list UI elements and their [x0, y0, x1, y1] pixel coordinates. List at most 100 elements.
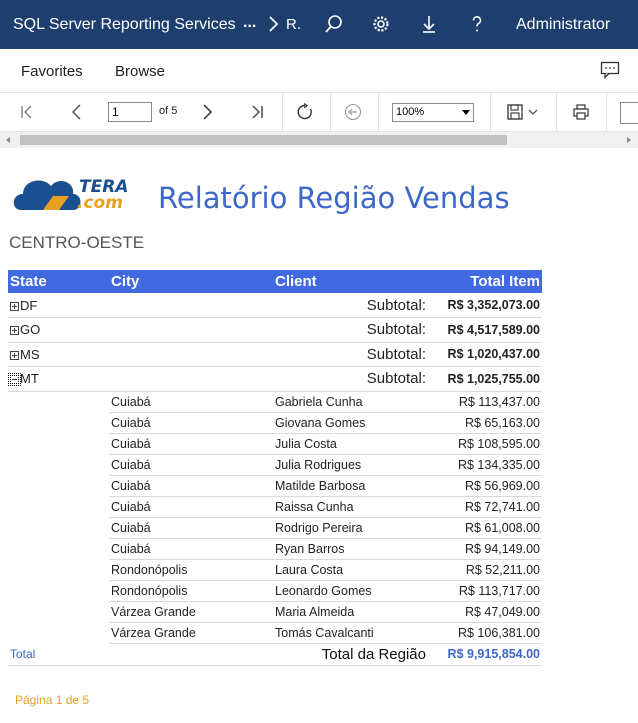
page-footer: Página 1 de 5 — [15, 693, 90, 707]
table-row: Rondonópolis Laura Costa R$ 52,211.00 — [8, 559, 542, 581]
total-item-cell: R$ 52,211.00 — [428, 559, 542, 581]
zoom-select[interactable]: 100% — [392, 103, 474, 122]
total-item-cell: R$ 61,008.00 — [428, 517, 542, 539]
column-header-total-item: Total Item — [428, 270, 542, 293]
empty-cell — [8, 391, 109, 412]
expand-toggle-icon[interactable] — [10, 301, 19, 311]
nav-browse[interactable]: Browse — [115, 63, 165, 80]
state-label: MS — [20, 346, 40, 362]
refresh-icon[interactable] — [296, 103, 314, 121]
client-cell: Rodrigo Pereira — [273, 517, 428, 539]
empty-cell — [8, 475, 109, 496]
subtotal-row: DF Subtotal: R$ 3,352,073.00 — [8, 293, 542, 318]
client-cell: Laura Costa — [273, 559, 428, 581]
empty-cell — [8, 433, 109, 454]
app-title[interactable]: SQL Server Reporting Services — [13, 16, 236, 34]
comments-icon[interactable] — [600, 61, 620, 79]
column-header-state: State — [8, 270, 109, 293]
city-cell: Cuiabá — [109, 517, 273, 539]
previous-page-icon[interactable] — [68, 103, 86, 121]
total-item-cell: R$ 56,969.00 — [428, 475, 542, 497]
report-table: State City Client Total Item DF Subtotal:… — [8, 270, 542, 666]
client-cell: Matilde Barbosa — [273, 475, 428, 497]
empty-cell — [109, 643, 273, 666]
total-item-cell: R$ 72,741.00 — [428, 496, 542, 518]
toolbar-separator — [606, 93, 607, 132]
subtotal-row: GO Subtotal: R$ 4,517,589.00 — [8, 317, 542, 343]
empty-cell — [109, 293, 273, 318]
expand-toggle-icon[interactable] — [10, 326, 19, 336]
download-icon[interactable] — [419, 14, 439, 34]
state-cell: GO — [8, 317, 109, 343]
last-page-icon[interactable] — [248, 103, 266, 121]
horizontal-scrollbar[interactable] — [0, 132, 638, 148]
subtotal-label: Subtotal: — [273, 366, 428, 392]
total-item-cell: R$ 94,149.00 — [428, 538, 542, 560]
state-label: MT — [20, 371, 39, 387]
empty-cell — [109, 366, 273, 392]
empty-cell — [8, 580, 109, 601]
table-row: Cuiabá Matilde Barbosa R$ 56,969.00 — [8, 475, 542, 497]
city-cell: Cuiabá — [109, 496, 273, 518]
table-row: Várzea Grande Maria Almeida R$ 47,049.00 — [8, 601, 542, 623]
nav-favorites[interactable]: Favorites — [21, 63, 83, 80]
client-cell: Tomás Cavalcanti — [273, 622, 428, 644]
subtotal-row: MT Subtotal: R$ 1,025,755.00 — [8, 366, 542, 392]
help-icon[interactable] — [467, 14, 487, 34]
subtotal-row: MS Subtotal: R$ 1,020,437.00 — [8, 342, 542, 367]
empty-cell — [109, 317, 273, 343]
nav-bar: Favorites Browse — [0, 49, 638, 93]
report-title: Relatório Região Vendas — [158, 181, 510, 215]
state-label: GO — [20, 322, 41, 338]
table-row: Cuiabá Raissa Cunha R$ 72,741.00 — [8, 496, 542, 518]
total-item-cell: R$ 108,595.00 — [428, 433, 542, 455]
state-cell: DF — [8, 293, 109, 318]
chevron-down-icon — [462, 110, 470, 115]
column-header-client: Client — [273, 270, 428, 293]
total-region-amount: R$ 9,915,854.00 — [428, 643, 542, 666]
find-input[interactable] — [620, 102, 638, 124]
client-cell: Leonardo Gomes — [273, 580, 428, 602]
next-page-icon[interactable] — [198, 103, 216, 121]
city-cell: Cuiabá — [109, 538, 273, 560]
subtotal-label: Subtotal: — [273, 342, 428, 367]
toolbar-separator — [378, 93, 379, 132]
city-cell: Várzea Grande — [109, 601, 273, 623]
breadcrumb-ellipsis[interactable]: ... — [243, 14, 256, 32]
client-cell: Gabriela Cunha — [273, 391, 428, 413]
toolbar-separator — [490, 93, 491, 132]
print-icon[interactable] — [572, 103, 590, 121]
city-cell: Cuiabá — [109, 454, 273, 476]
table-row: Cuiabá Gabriela Cunha R$ 113,437.00 — [8, 391, 542, 413]
city-cell: Rondonópolis — [109, 559, 273, 581]
save-icon[interactable] — [506, 103, 524, 121]
chevron-down-icon[interactable] — [527, 107, 539, 117]
empty-cell — [8, 454, 109, 475]
back-to-parent-icon[interactable] — [344, 103, 362, 121]
subtotal-amount: R$ 1,025,755.00 — [428, 366, 542, 392]
scrollbar-thumb[interactable] — [20, 135, 507, 145]
total-region-label: Total da Região — [273, 643, 428, 666]
empty-cell — [8, 496, 109, 517]
table-row: Várzea Grande Tomás Cavalcanti R$ 106,381.… — [8, 622, 542, 644]
scroll-left-icon[interactable] — [6, 137, 10, 143]
tera-logo: TERA .com — [13, 177, 128, 213]
table-header: State City Client Total Item — [8, 270, 542, 293]
city-cell: Cuiabá — [109, 433, 273, 455]
gear-icon[interactable] — [371, 14, 391, 34]
subtotal-label: Subtotal: — [273, 293, 428, 318]
empty-cell — [8, 601, 109, 622]
breadcrumb-current[interactable]: R. — [286, 16, 301, 33]
collapse-toggle-icon[interactable] — [8, 373, 21, 387]
user-menu[interactable]: Administrator — [516, 16, 610, 34]
empty-cell — [8, 538, 109, 559]
search-icon[interactable] — [324, 14, 344, 34]
first-page-icon[interactable] — [18, 103, 36, 121]
app-header: SQL Server Reporting Services ... R. Adm… — [0, 0, 638, 49]
expand-toggle-icon[interactable] — [10, 350, 19, 360]
client-cell: Ryan Barros — [273, 538, 428, 560]
scroll-right-icon[interactable] — [627, 137, 631, 143]
table-row: Cuiabá Ryan Barros R$ 94,149.00 — [8, 538, 542, 560]
page-number-input[interactable]: 1 — [108, 102, 152, 122]
city-cell: Cuiabá — [109, 391, 273, 413]
